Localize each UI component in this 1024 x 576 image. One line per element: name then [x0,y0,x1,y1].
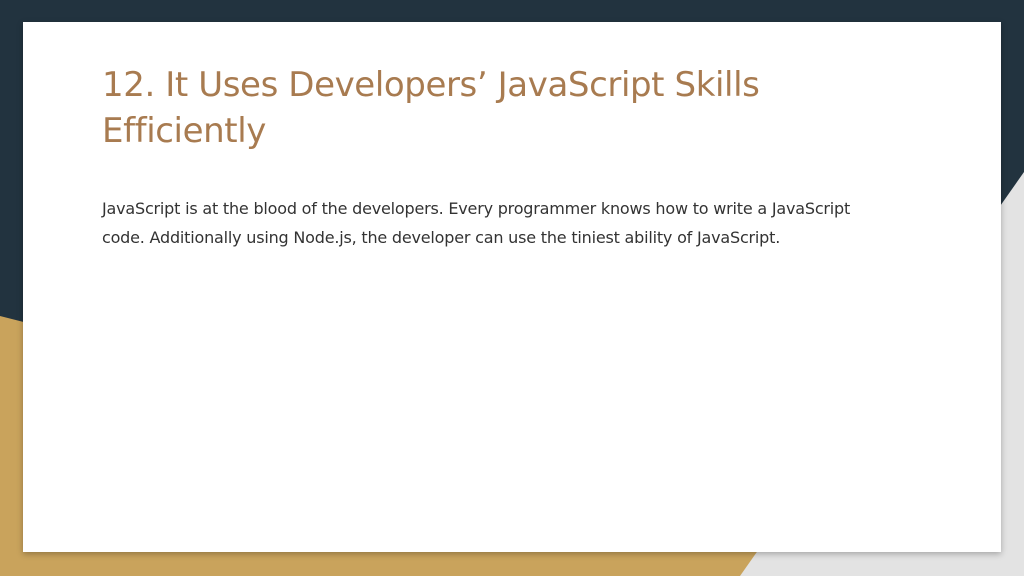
slide-body-text: JavaScript is at the blood of the develo… [102,199,851,247]
slide-title: 12. It Uses Developers’ JavaScript Skill… [102,65,760,151]
slide-card: 12. It Uses Developers’ JavaScript Skill… [23,22,1001,552]
